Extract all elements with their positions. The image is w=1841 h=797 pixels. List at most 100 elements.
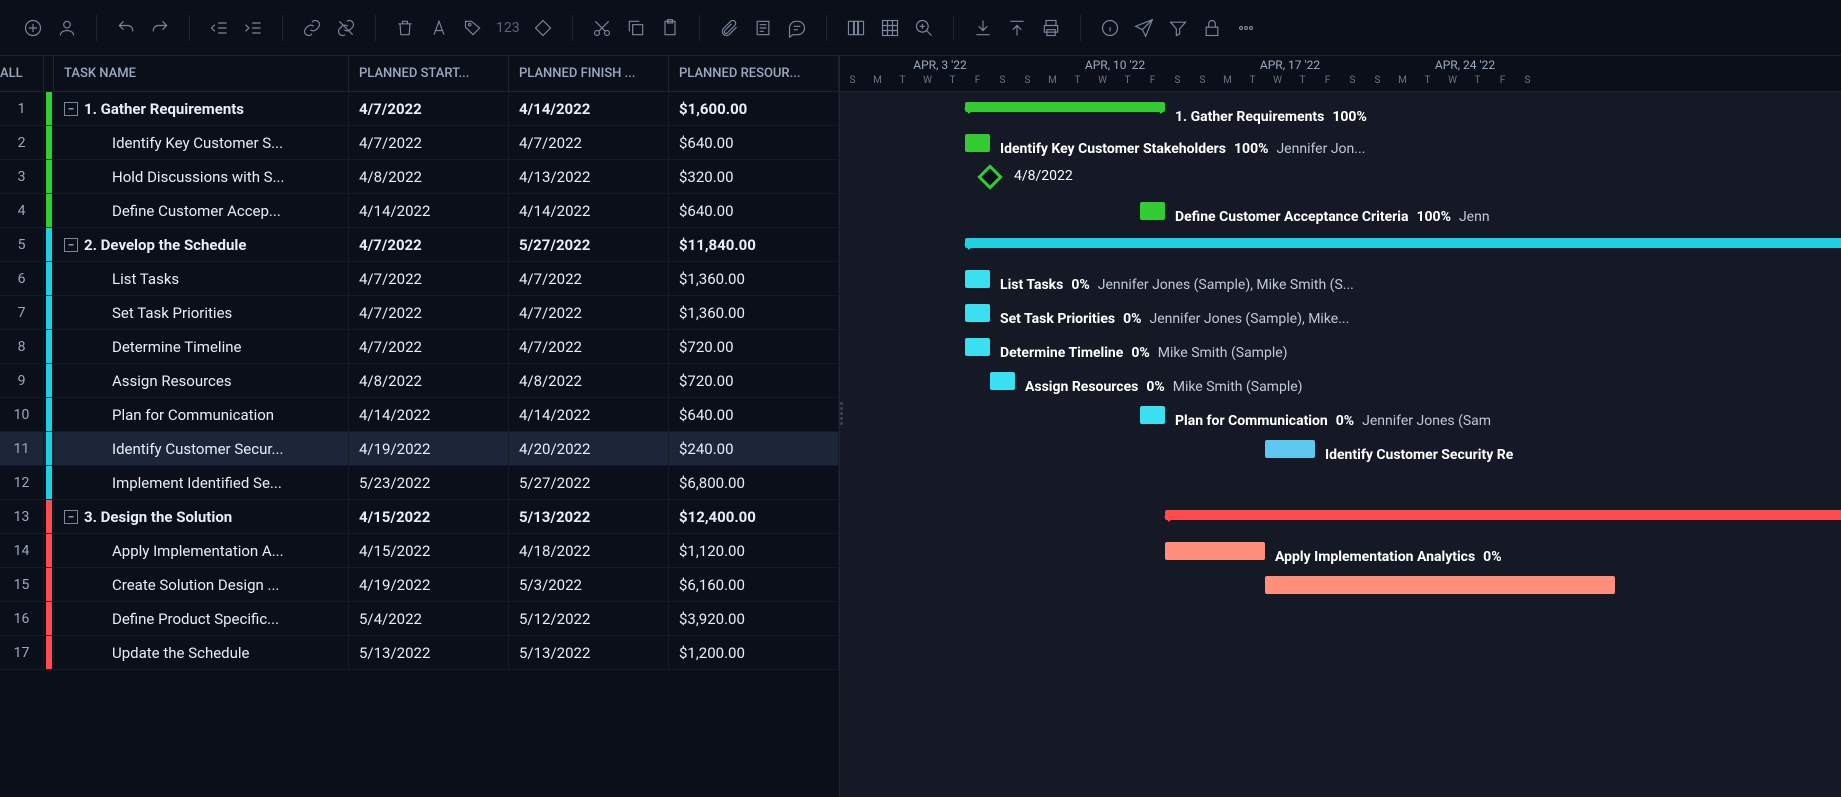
resource-cell[interactable]: $12,400.00: [669, 500, 839, 533]
copy-icon[interactable]: [621, 13, 651, 43]
resource-cell[interactable]: $11,840.00: [669, 228, 839, 261]
task-bar[interactable]: Determine Timeline0%Mike Smith (Sample): [965, 338, 990, 356]
grid-icon[interactable]: [875, 13, 905, 43]
task-name-cell[interactable]: −1. Gather Requirements: [54, 92, 349, 125]
table-row[interactable]: 1 −1. Gather Requirements4/7/20224/14/202…: [0, 92, 839, 126]
collapse-icon[interactable]: −: [64, 510, 78, 524]
diamond-icon[interactable]: [528, 13, 558, 43]
finish-date-cell[interactable]: 4/18/2022: [509, 534, 669, 567]
resource-cell[interactable]: $640.00: [669, 398, 839, 431]
resource-cell[interactable]: $720.00: [669, 330, 839, 363]
finish-date-cell[interactable]: 4/7/2022: [509, 126, 669, 159]
print-icon[interactable]: [1036, 13, 1066, 43]
resource-cell[interactable]: $640.00: [669, 126, 839, 159]
finish-date-cell[interactable]: 4/14/2022: [509, 398, 669, 431]
columns-icon[interactable]: [841, 13, 871, 43]
task-bar[interactable]: List Tasks0%Jennifer Jones (Sample), Mik…: [965, 270, 990, 288]
resource-cell[interactable]: $3,920.00: [669, 602, 839, 635]
finish-date-cell[interactable]: 4/13/2022: [509, 160, 669, 193]
trash-icon[interactable]: [390, 13, 420, 43]
task-bar[interactable]: Apply Implementation Analytics0%: [1165, 542, 1265, 560]
task-name-cell[interactable]: Assign Resources: [54, 364, 349, 397]
resource-cell[interactable]: $320.00: [669, 160, 839, 193]
resource-cell[interactable]: $6,160.00: [669, 568, 839, 601]
table-row[interactable]: 5−2. Develop the Schedule4/7/20225/27/20…: [0, 228, 839, 262]
row-number[interactable]: 5: [0, 228, 44, 261]
table-row[interactable]: 2Identify Key Customer S...4/7/20224/7/2…: [0, 126, 839, 160]
table-row[interactable]: 4Define Customer Accep...4/14/20224/14/2…: [0, 194, 839, 228]
resource-cell[interactable]: $640.00: [669, 194, 839, 227]
info-icon[interactable]: [1095, 13, 1125, 43]
finish-date-cell[interactable]: 5/27/2022: [509, 466, 669, 499]
splitter-handle[interactable]: [838, 399, 844, 429]
table-row[interactable]: 12Implement Identified Se...5/23/20225/2…: [0, 466, 839, 500]
task-bar[interactable]: Identify Customer Security Re: [1265, 440, 1315, 458]
start-date-cell[interactable]: 4/14/2022: [349, 398, 509, 431]
table-row[interactable]: 8Determine Timeline4/7/20224/7/2022$720.…: [0, 330, 839, 364]
resource-cell[interactable]: $1,200.00: [669, 636, 839, 669]
send-icon[interactable]: [1129, 13, 1159, 43]
row-number[interactable]: 13: [0, 500, 44, 533]
unlink-icon[interactable]: [331, 13, 361, 43]
finish-date-cell[interactable]: 5/3/2022: [509, 568, 669, 601]
task-name-cell[interactable]: Set Task Priorities: [54, 296, 349, 329]
resource-cell[interactable]: $1,360.00: [669, 296, 839, 329]
table-row[interactable]: 9Assign Resources4/8/20224/8/2022$720.00: [0, 364, 839, 398]
task-bar[interactable]: Set Task Priorities0%Jennifer Jones (Sam…: [965, 304, 990, 322]
resource-cell[interactable]: $1,120.00: [669, 534, 839, 567]
table-row[interactable]: 16Define Product Specific...5/4/20225/12…: [0, 602, 839, 636]
start-date-cell[interactable]: 4/19/2022: [349, 432, 509, 465]
finish-date-cell[interactable]: 5/27/2022: [509, 228, 669, 261]
start-date-cell[interactable]: 5/4/2022: [349, 602, 509, 635]
start-date-cell[interactable]: 5/23/2022: [349, 466, 509, 499]
row-number[interactable]: 11: [0, 432, 44, 465]
table-row[interactable]: 13−3. Design the Solution4/15/20225/13/2…: [0, 500, 839, 534]
collapse-icon[interactable]: −: [64, 102, 78, 116]
start-date-cell[interactable]: 4/7/2022: [349, 92, 509, 125]
summary-bar[interactable]: [1165, 510, 1841, 520]
task-name-cell[interactable]: Determine Timeline: [54, 330, 349, 363]
finish-date-cell[interactable]: 4/7/2022: [509, 262, 669, 295]
row-number[interactable]: 16: [0, 602, 44, 635]
redo-icon[interactable]: [145, 13, 175, 43]
task-name-cell[interactable]: Plan for Communication: [54, 398, 349, 431]
start-date-cell[interactable]: 4/7/2022: [349, 330, 509, 363]
row-number[interactable]: 14: [0, 534, 44, 567]
task-name-cell[interactable]: List Tasks: [54, 262, 349, 295]
task-name-cell[interactable]: Create Solution Design ...: [54, 568, 349, 601]
finish-date-cell[interactable]: 4/14/2022: [509, 194, 669, 227]
task-name-cell[interactable]: Define Customer Accep...: [54, 194, 349, 227]
attachment-icon[interactable]: [714, 13, 744, 43]
start-date-cell[interactable]: 4/7/2022: [349, 228, 509, 261]
task-name-cell[interactable]: Apply Implementation A...: [54, 534, 349, 567]
paste-icon[interactable]: [655, 13, 685, 43]
task-name-cell[interactable]: Hold Discussions with S...: [54, 160, 349, 193]
start-date-cell[interactable]: 4/15/2022: [349, 534, 509, 567]
start-date-cell[interactable]: 4/7/2022: [349, 126, 509, 159]
gantt-chart[interactable]: SMTWTFSSMTWTFSSMTWTFSSMTWTFS APR, 3 '22A…: [840, 56, 1841, 797]
row-number[interactable]: 2: [0, 126, 44, 159]
col-header-resource[interactable]: PLANNED RESOUR...: [669, 56, 839, 91]
task-bar[interactable]: Define Customer Acceptance Criteria100%J…: [1140, 202, 1165, 220]
comment-icon[interactable]: [782, 13, 812, 43]
summary-bar[interactable]: 1. Gather Requirements100%: [965, 102, 1165, 112]
task-name-cell[interactable]: Define Product Specific...: [54, 602, 349, 635]
start-date-cell[interactable]: 4/8/2022: [349, 160, 509, 193]
lock-icon[interactable]: [1197, 13, 1227, 43]
resource-cell[interactable]: $720.00: [669, 364, 839, 397]
task-bar[interactable]: Identify Key Customer Stakeholders100%Je…: [965, 134, 990, 152]
finish-date-cell[interactable]: 4/14/2022: [509, 92, 669, 125]
task-name-cell[interactable]: −3. Design the Solution: [54, 500, 349, 533]
row-number[interactable]: 1: [0, 92, 44, 125]
start-date-cell[interactable]: 4/7/2022: [349, 262, 509, 295]
finish-date-cell[interactable]: 5/13/2022: [509, 636, 669, 669]
outdent-icon[interactable]: [204, 13, 234, 43]
table-row[interactable]: 7Set Task Priorities4/7/20224/7/2022$1,3…: [0, 296, 839, 330]
row-number[interactable]: 7: [0, 296, 44, 329]
start-date-cell[interactable]: 5/13/2022: [349, 636, 509, 669]
collapse-icon[interactable]: −: [64, 238, 78, 252]
table-row[interactable]: 17Update the Schedule5/13/20225/13/2022$…: [0, 636, 839, 670]
task-bar[interactable]: Plan for Communication0%Jennifer Jones (…: [1140, 406, 1165, 424]
row-number[interactable]: 15: [0, 568, 44, 601]
filter-icon[interactable]: [1163, 13, 1193, 43]
